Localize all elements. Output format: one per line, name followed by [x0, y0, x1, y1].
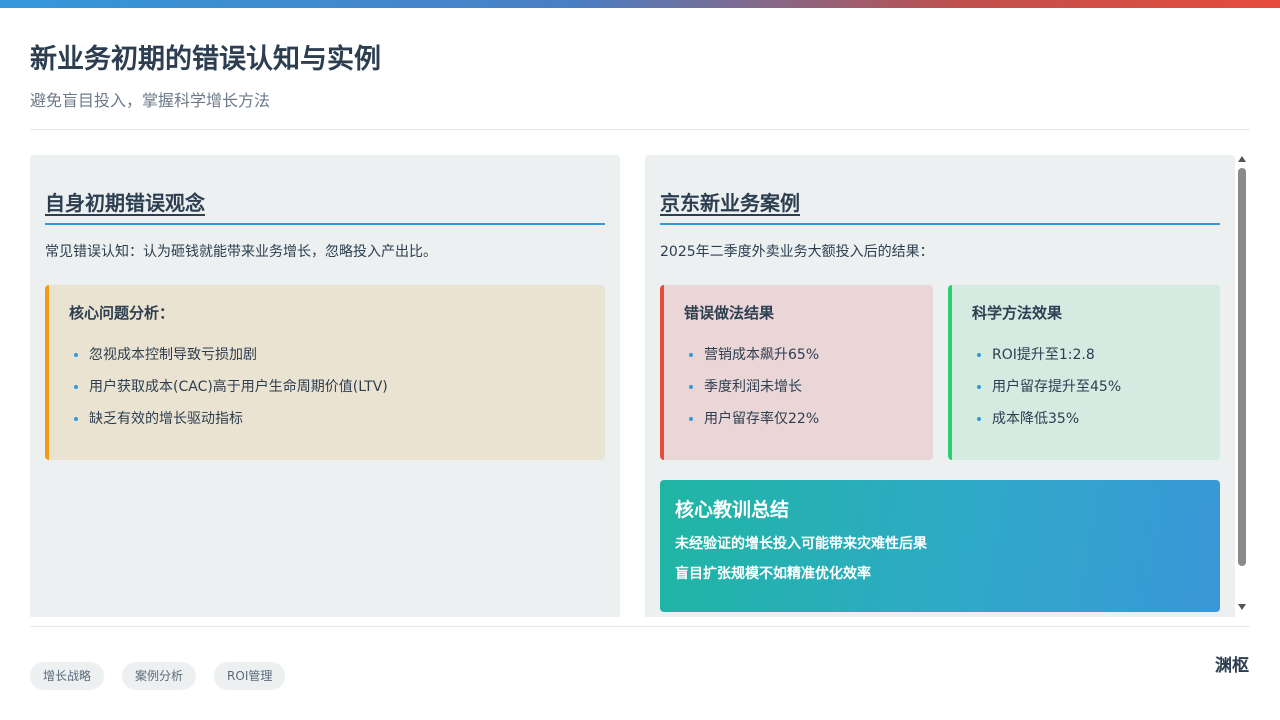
page-subtitle: 避免盲目投入，掌握科学增长方法	[30, 91, 271, 110]
scrollbar-thumb[interactable]	[1238, 168, 1246, 566]
core-lesson-line: 盲目扩张规模不如精准优化效率	[675, 566, 871, 582]
core-problem-list: 忽视成本控制导致亏损加剧 用户获取成本(CAC)高于用户生命周期价值(LTV) …	[69, 339, 585, 435]
section-title-mistaken-beliefs: 自身初期错误观念	[45, 185, 605, 225]
wrong-approach-list: 营销成本飙升65% 季度利润未增长 用户留存率仅22%	[684, 339, 913, 435]
jd-case-intro: 2025年二季度外卖业务大额投入后的结果：	[660, 244, 934, 260]
list-item: 用户留存率仅22%	[689, 403, 913, 435]
page-title: 新业务初期的错误认知与实例	[30, 44, 381, 75]
scientific-method-box: 科学方法效果 ROI提升至1:2.8 用户留存提升至45% 成本降低35%	[948, 285, 1220, 460]
wrong-approach-box: 错误做法结果 营销成本飙升65% 季度利润未增长 用户留存率仅22%	[660, 285, 933, 460]
jd-case-card[interactable]: 京东新业务案例 2025年二季度外卖业务大额投入后的结果： 错误做法结果 营销成…	[645, 155, 1235, 617]
scroll-up-arrow-icon[interactable]	[1238, 156, 1246, 162]
top-accent-bar	[0, 0, 1280, 8]
tag-roi-management: ROI管理	[214, 662, 286, 690]
core-lessons-title: 核心教训总结	[675, 499, 790, 521]
right-card-scrollbar[interactable]	[1235, 152, 1249, 614]
list-item: 用户获取成本(CAC)高于用户生命周期价值(LTV)	[74, 371, 585, 403]
list-item: 营销成本飙升65%	[689, 339, 913, 371]
list-item: 成本降低35%	[977, 403, 1200, 435]
wrong-approach-title: 错误做法结果	[684, 304, 775, 322]
tag-list: 增长战略 案例分析 ROI管理	[30, 662, 286, 690]
core-lessons-summary: 核心教训总结 未经验证的增长投入可能带来灾难性后果 盲目扩张规模不如精准优化效率	[660, 480, 1220, 612]
brand-logo-text: 渊枢	[1215, 656, 1249, 676]
tag-growth-strategy: 增长战略	[30, 662, 105, 690]
page-header: 新业务初期的错误认知与实例 避免盲目投入，掌握科学增长方法	[30, 40, 1250, 112]
list-item: 忽视成本控制导致亏损加剧	[74, 339, 585, 371]
list-item: 缺乏有效的增长驱动指标	[74, 403, 585, 435]
scientific-method-title: 科学方法效果	[972, 304, 1063, 322]
core-problem-analysis-box: 核心问题分析： 忽视成本控制导致亏损加剧 用户获取成本(CAC)高于用户生命周期…	[45, 285, 605, 460]
core-lesson-line: 未经验证的增长投入可能带来灾难性后果	[675, 536, 927, 552]
mistaken-beliefs-intro: 常见错误认知：认为砸钱就能带来业务增长，忽略投入产出比。	[45, 244, 437, 260]
scroll-down-arrow-icon[interactable]	[1238, 604, 1246, 610]
tag-case-analysis: 案例分析	[122, 662, 197, 690]
mistaken-beliefs-card: 自身初期错误观念 常见错误认知：认为砸钱就能带来业务增长，忽略投入产出比。 核心…	[30, 155, 620, 617]
core-problem-analysis-title: 核心问题分析：	[69, 304, 175, 322]
list-item: 季度利润未增长	[689, 371, 913, 403]
jd-case-content: 京东新业务案例 2025年二季度外卖业务大额投入后的结果： 错误做法结果 营销成…	[660, 185, 1220, 460]
mistaken-beliefs-content: 自身初期错误观念 常见错误认知：认为砸钱就能带来业务增长，忽略投入产出比。 核心…	[45, 185, 605, 460]
footer-divider	[30, 626, 1250, 627]
section-title-jd-case: 京东新业务案例	[660, 185, 1220, 225]
header-divider	[30, 129, 1250, 130]
scientific-method-list: ROI提升至1:2.8 用户留存提升至45% 成本降低35%	[972, 339, 1200, 435]
list-item: 用户留存提升至45%	[977, 371, 1200, 403]
list-item: ROI提升至1:2.8	[977, 339, 1200, 371]
